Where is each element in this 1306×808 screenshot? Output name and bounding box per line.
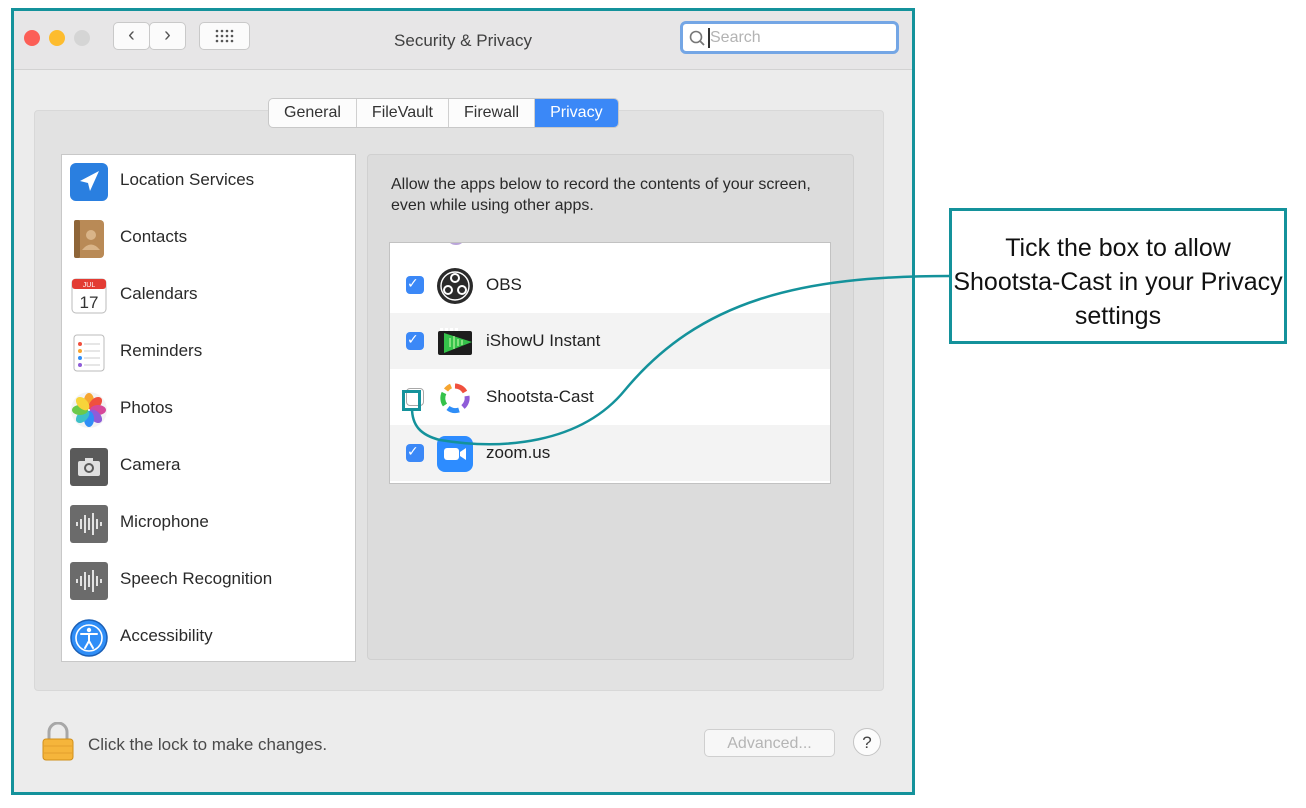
app-row-ishowu[interactable]: ✓ iShowU Instant — [390, 313, 830, 369]
instruction-callout: Tick the box to allow Shootsta-Cast in y… — [949, 208, 1287, 344]
sidebar-item-microphone[interactable]: Microphone — [62, 497, 355, 553]
checkbox-highlight-annotation — [402, 390, 421, 411]
app-checkbox[interactable]: ✓ — [406, 275, 424, 294]
window-frame: ‹ › Security & Privacy Search General Fi… — [11, 8, 915, 795]
checkmark-icon: ✓ — [407, 443, 419, 459]
sidebar-item-reminders[interactable]: Reminders — [62, 326, 355, 382]
screen-recording-panel: Allow the apps below to record the conte… — [367, 154, 854, 660]
speech-waveform-icon — [70, 562, 108, 600]
search-placeholder: Search — [710, 29, 761, 46]
tab-privacy[interactable]: Privacy — [535, 99, 618, 127]
search-icon — [689, 30, 705, 46]
app-row-shootsta-cast[interactable]: Shootsta-Cast — [390, 369, 830, 425]
callout-text: Tick the box to allow Shootsta-Cast in y… — [953, 234, 1283, 330]
advanced-button[interactable]: Advanced... — [704, 729, 835, 757]
privacy-category-list: Location Services Contacts JUL 17 Calend… — [61, 154, 356, 662]
app-checkbox[interactable]: ✓ — [406, 331, 424, 350]
app-row-obs[interactable]: ✓ OBS — [390, 257, 830, 313]
microphone-waveform-icon — [70, 505, 108, 543]
sidebar-item-accessibility[interactable]: Accessibility — [62, 611, 355, 667]
help-button[interactable]: ? — [853, 728, 881, 756]
ishowu-icon — [438, 328, 472, 355]
accessibility-icon — [70, 619, 108, 657]
contacts-book-icon — [74, 220, 104, 258]
lock-message: Click the lock to make changes. — [88, 735, 328, 754]
sidebar-item-calendars[interactable]: JUL 17 Calendars — [62, 269, 355, 325]
checkmark-icon: ✓ — [407, 275, 419, 291]
shootsta-cast-icon — [440, 383, 470, 414]
sidebar-item-speech-recognition[interactable]: Speech Recognition — [62, 554, 355, 610]
sidebar-item-camera[interactable]: Camera — [62, 440, 355, 496]
tab-general[interactable]: General — [269, 99, 357, 127]
search-input[interactable]: Search — [680, 21, 899, 54]
app-row-zoom[interactable]: ✓ zoom.us — [390, 425, 830, 481]
tab-bar: General FileVault Firewall Privacy — [268, 98, 619, 128]
checkmark-icon: ✓ — [407, 331, 419, 347]
lock-icon[interactable] — [40, 722, 76, 762]
app-list: ✓ OBS ✓ iShowU Instant Shootsta-Cast ✓ z… — [389, 242, 831, 484]
camera-icon — [70, 448, 108, 486]
sidebar-item-photos[interactable]: Photos — [62, 383, 355, 439]
app-checkbox[interactable]: ✓ — [406, 443, 424, 462]
sidebar-item-location-services[interactable]: Location Services — [62, 155, 355, 211]
screen-recording-description: Allow the apps below to record the conte… — [391, 176, 811, 214]
tab-firewall[interactable]: Firewall — [449, 99, 536, 127]
calendar-icon: JUL 17 — [71, 278, 107, 314]
location-arrow-icon — [70, 163, 108, 201]
photos-flower-icon — [71, 392, 107, 428]
svg-text:17: 17 — [80, 293, 99, 312]
reminders-list-icon — [73, 334, 105, 372]
obs-icon — [437, 268, 473, 304]
partial-app-icon — [450, 243, 462, 245]
svg-text:JUL: JUL — [83, 282, 96, 289]
sidebar-item-contacts[interactable]: Contacts — [62, 212, 355, 268]
title-bar: ‹ › Security & Privacy Search — [14, 11, 912, 70]
tab-filevault[interactable]: FileVault — [357, 99, 449, 127]
zoom-camera-icon — [437, 436, 473, 472]
